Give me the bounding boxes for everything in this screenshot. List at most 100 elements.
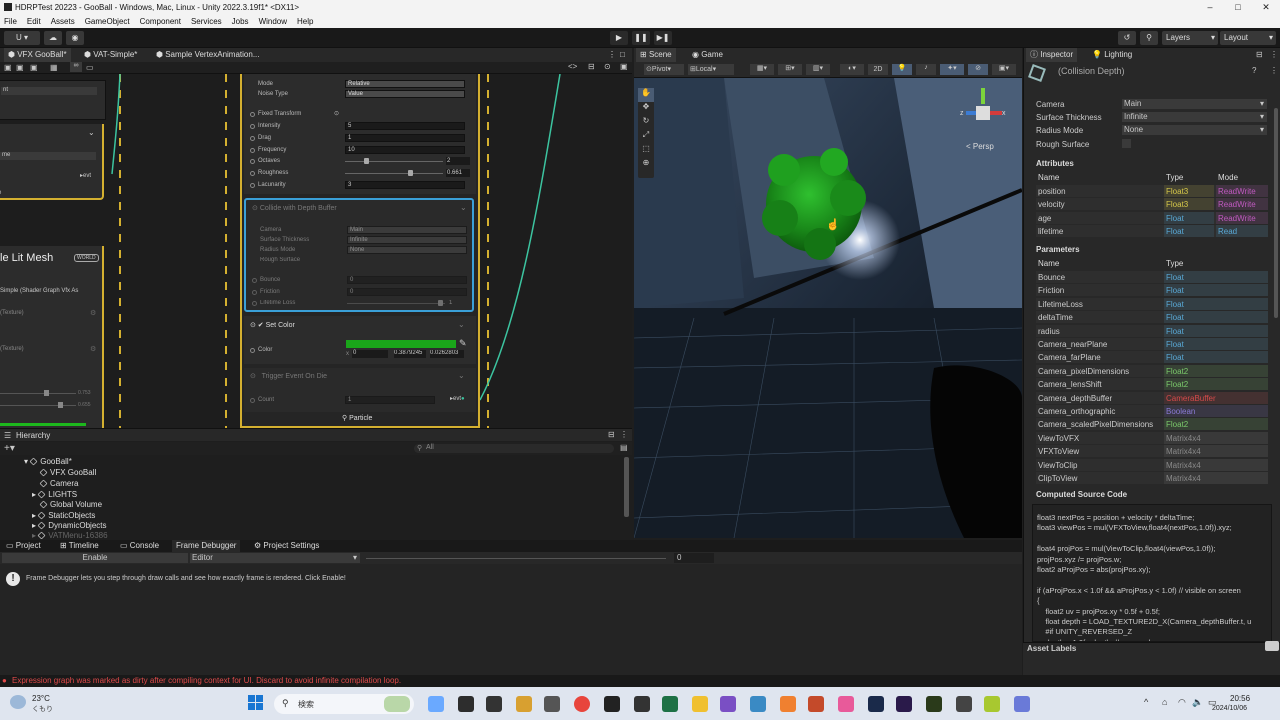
lifetime-slider[interactable] xyxy=(347,303,445,304)
slider-knob[interactable] xyxy=(44,390,49,396)
camera-settings-icon[interactable]: ▣▾ xyxy=(992,64,1016,75)
weather-desc[interactable]: くもり xyxy=(32,704,53,714)
color-z-field[interactable]: 0.0262803 xyxy=(430,350,464,358)
enable-button[interactable]: Enable xyxy=(2,553,188,563)
scale-tool-icon[interactable]: ⤢ xyxy=(638,130,654,144)
camera-dropdown[interactable]: Main ▾ xyxy=(1122,99,1267,109)
auto-icon[interactable]: ▣ xyxy=(30,63,38,72)
color-y-field[interactable]: 0.3879245 xyxy=(394,350,426,358)
help-icon[interactable]: ? xyxy=(1252,66,1256,75)
snap-dropdown[interactable]: ▦▾ xyxy=(750,64,774,75)
save-icon[interactable]: ▣ xyxy=(4,63,12,72)
app-icon-3[interactable] xyxy=(808,696,824,712)
add-icon[interactable]: +▾ xyxy=(4,443,15,454)
count-field[interactable]: 1 xyxy=(345,396,435,404)
slider-track[interactable] xyxy=(0,393,76,394)
blender-icon[interactable] xyxy=(780,696,796,712)
output-mesh-node[interactable]: le Lit Mesh WORLD Simple (Shader Graph V… xyxy=(0,246,104,428)
tab-scene[interactable]: ⊞ Scene xyxy=(636,48,676,62)
lifetime-field[interactable]: 1 xyxy=(448,299,472,307)
bounce-field[interactable]: 0 xyxy=(347,276,467,284)
weather-temp[interactable]: 23°C xyxy=(32,694,50,703)
roughness-slider[interactable] xyxy=(345,173,443,174)
unity-icon[interactable] xyxy=(604,696,620,712)
port-dot[interactable] xyxy=(250,171,255,176)
scene-viewport[interactable]: ☝ ✋ ✥ ↻ ⤢ ⬚ ⊕ z x < Persp xyxy=(634,78,1022,538)
rect-tool-icon[interactable]: ⬚ xyxy=(638,144,654,158)
cloud-icon[interactable]: ☁ xyxy=(44,31,62,45)
tab-frame-debugger[interactable]: Frame Debugger xyxy=(172,540,241,552)
lock-icon[interactable]: ⊟ xyxy=(588,62,595,71)
menu-icon[interactable]: ⋮ xyxy=(1270,50,1278,59)
slider-track[interactable] xyxy=(0,405,76,406)
after-effects-icon[interactable] xyxy=(896,696,912,712)
port-dot[interactable] xyxy=(250,398,255,403)
surface-dropdown[interactable]: Infinite xyxy=(347,236,467,244)
weather-icon[interactable] xyxy=(10,695,26,709)
rough-checkbox[interactable] xyxy=(1122,139,1131,148)
grid-dropdown[interactable]: ⊞▾ xyxy=(778,64,802,75)
frequency-field[interactable]: 10 xyxy=(345,146,465,154)
unity-hub-icon[interactable] xyxy=(544,696,560,712)
collab-icon[interactable]: ◉ xyxy=(66,31,84,45)
port-dot[interactable] xyxy=(250,112,255,117)
tab-timeline[interactable]: ⊞ Timeline xyxy=(56,540,103,552)
port-dot[interactable] xyxy=(252,301,257,306)
inspector-scrollbar[interactable] xyxy=(1274,108,1278,318)
snap-icon[interactable]: ⊙ xyxy=(604,62,611,71)
evt-port[interactable]: ▸evt● xyxy=(450,395,465,402)
collapse-icon[interactable]: ⌄ xyxy=(458,320,465,329)
tab-inspector[interactable]: ⓘ Inspector xyxy=(1026,48,1078,62)
move-tool-icon[interactable]: ✥ xyxy=(638,102,654,116)
target-dropdown[interactable]: Editor ▾ xyxy=(190,553,360,563)
layers-dropdown[interactable]: Layers ▾ xyxy=(1162,31,1218,45)
eyedropper-icon[interactable]: ✎ xyxy=(459,338,467,349)
tab-lighting[interactable]: 💡 Lighting xyxy=(1088,48,1136,62)
play-button[interactable]: ▶ xyxy=(610,31,628,45)
trigger-event-block[interactable]: ⊙ Trigger Event On Die ⌄ Count 1 ▸evt● xyxy=(244,368,476,412)
options-icon[interactable]: ▭ xyxy=(86,63,94,72)
menu-help[interactable]: Help xyxy=(297,17,313,26)
clock-time[interactable]: 20:56 xyxy=(1230,694,1250,703)
increment-dropdown[interactable]: ▥▾ xyxy=(806,64,830,75)
persp-label[interactable]: < Persp xyxy=(966,142,994,151)
hierarchy-item-static-objects[interactable]: ▸ StaticObjects xyxy=(32,511,95,520)
set-color-block[interactable]: ⊙ ✔ Set Color ⌄ Color ✎ x 0 0.3879245 0.… xyxy=(244,316,476,364)
hierarchy-item-lights[interactable]: ▸ LIGHTS xyxy=(32,490,77,499)
hierarchy-item-camera[interactable]: Camera xyxy=(39,479,78,488)
collapse-icon[interactable]: ⌄ xyxy=(458,371,465,380)
lighting-toggle-icon[interactable]: 💡 xyxy=(892,64,912,75)
frame-field[interactable]: 0 xyxy=(674,553,714,563)
color-swatch[interactable] xyxy=(346,340,456,348)
tab-project[interactable]: ▭ Project xyxy=(2,540,45,552)
taskbar-search-box[interactable]: ⚲ 検索 xyxy=(274,694,414,714)
app-icon-7[interactable] xyxy=(1014,696,1030,712)
app-icon-2[interactable] xyxy=(750,696,766,712)
menu-edit[interactable]: Edit xyxy=(27,17,41,26)
filter-icon[interactable]: ▤ xyxy=(620,443,628,452)
left-node-middle[interactable]: ⌄ me ▸evt e xyxy=(0,124,104,200)
collide-depth-block[interactable]: ⊙ Collide with Depth Buffer ⌄ Camera Main… xyxy=(244,198,474,312)
roughness-knob[interactable] xyxy=(408,170,413,176)
gizmo-cube[interactable] xyxy=(976,106,990,120)
octaves-slider[interactable] xyxy=(345,161,443,162)
app-icon-4[interactable] xyxy=(838,696,854,712)
history-icon[interactable]: ↺ xyxy=(1118,31,1136,45)
tab-project-settings[interactable]: ⚙ Project Settings xyxy=(250,540,323,552)
lock-icon[interactable]: ⊟ xyxy=(608,430,615,439)
space-icon[interactable]: ⊙ xyxy=(334,110,339,117)
hierarchy-item-vatmenu[interactable]: ▸ VATMenu-16386 xyxy=(32,531,108,539)
substance-icon[interactable] xyxy=(926,696,942,712)
hierarchy-scrollbar[interactable] xyxy=(624,457,629,517)
file-explorer-icon[interactable] xyxy=(516,696,532,712)
turbulence-block[interactable]: Mode Relative Noise Type Value Fixed Trans… xyxy=(244,74,476,194)
menu-window[interactable]: Window xyxy=(259,17,287,26)
minimize-icon[interactable]: – xyxy=(1196,0,1224,14)
intensity-field[interactable]: 5 xyxy=(345,122,465,130)
vfx-graph-canvas[interactable]: nt ⌄ me ▸evt e le Lit Mesh WORLD Simple … xyxy=(0,74,632,428)
collapse-icon[interactable]: ⌄ xyxy=(460,203,467,212)
audio-toggle-icon[interactable]: ♪ xyxy=(916,64,936,75)
hierarchy-item-global-volume[interactable]: Global Volume xyxy=(39,500,102,509)
close-icon[interactable]: ✕ xyxy=(1252,0,1280,14)
slider-knob[interactable] xyxy=(58,402,63,408)
